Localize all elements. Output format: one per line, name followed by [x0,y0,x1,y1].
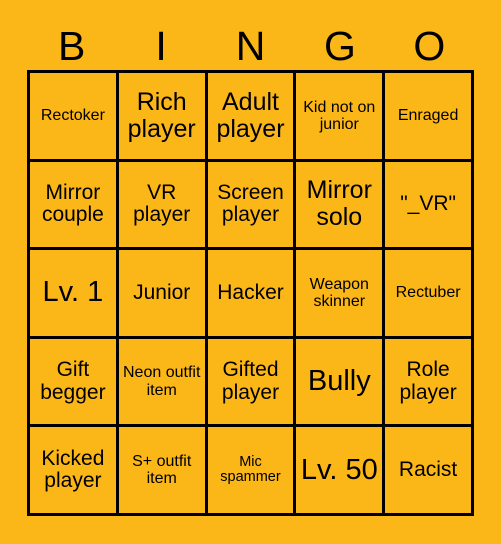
bingo-cell-label: Racist [398,457,458,481]
bingo-header-letter-i: I [155,22,167,69]
bingo-cell-r5c4[interactable]: Lv. 50 [296,427,386,516]
bingo-cell-label: Bully [307,364,371,397]
bingo-header-letter-b: B [58,22,86,69]
bingo-card: B I N G O Rectoker Rich player Adult pla… [0,0,501,544]
bingo-cell-label: Mic spammer [220,453,281,486]
bingo-cell-label: Mirror couple [41,180,104,227]
bingo-cell-r5c2[interactable]: S+ outfit item [118,427,208,516]
bingo-cell-label: Junior [133,280,191,304]
bingo-grid: Rectoker Rich player Adult player Kid no… [27,70,474,516]
bingo-cell-label: Rectoker [40,107,105,125]
bingo-cell-r3c1[interactable]: Lv. 1 [30,250,119,339]
bingo-cell-r5c5[interactable]: Racist [385,427,474,516]
bingo-cell-r4c1[interactable]: Gift begger [30,338,119,428]
bingo-cell-r4c3[interactable]: Gifted player [207,338,297,428]
bingo-cell-r2c4[interactable]: Mirror solo [296,161,386,251]
bingo-cell-r4c4[interactable]: Bully [296,338,386,428]
bingo-header-letter-n: N [235,22,266,69]
bingo-cell-r3c3[interactable]: Hacker [207,250,297,339]
bingo-cell-r2c1[interactable]: Mirror couple [30,161,119,251]
bingo-cell-label: Mirror solo [306,176,372,232]
bingo-cell-label: S+ outfit item [132,452,192,488]
bingo-cell-r1c1[interactable]: Rectoker [30,73,119,162]
bingo-cell-r5c3[interactable]: Mic spammer [207,427,297,516]
bingo-cell-label: Lv. 1 [42,276,104,309]
bingo-cell-label: Enraged [397,107,459,125]
bingo-cell-label: Rich player [127,87,196,143]
bingo-cell-label: Kid not on junior [303,98,376,133]
bingo-cell-label: Hacker [217,280,284,304]
bingo-cell-r3c4[interactable]: Weapon skinner [296,250,386,339]
bingo-cell-r1c3[interactable]: Adult player [207,73,297,162]
bingo-cell-label: VR player [133,180,191,227]
bingo-cell-label: Gifted player [221,357,280,404]
bingo-cell-label: Screen player [217,180,284,227]
bingo-cell-label: Role player [399,357,457,404]
bingo-cell-label: Neon outfit item [123,364,201,399]
bingo-cell-label: "_VR" [400,192,456,216]
bingo-header-letter-g: G [323,22,356,69]
bingo-cell-label: Adult player [216,87,285,143]
bingo-cell-r4c5[interactable]: Role player [385,338,474,428]
bingo-cell-label: Kicked player [41,446,105,493]
bingo-cell-r2c2[interactable]: VR player [118,161,208,251]
bingo-cell-r2c3[interactable]: Screen player [207,161,297,251]
bingo-cell-r1c4[interactable]: Kid not on junior [296,73,386,162]
bingo-cell-label: Gift begger [40,357,106,404]
bingo-cell-r4c2[interactable]: Neon outfit item [118,338,208,428]
bingo-cell-r1c5[interactable]: Enraged [385,73,474,162]
bingo-header-row: B I N G O [27,22,474,70]
bingo-cell-label: Rectuber [395,284,461,302]
bingo-cell-r3c5[interactable]: Rectuber [385,250,474,339]
bingo-header-letter-o: O [413,22,446,69]
bingo-cell-label: Lv. 50 [300,453,378,486]
bingo-cell-r5c1[interactable]: Kicked player [30,427,119,516]
bingo-cell-r1c2[interactable]: Rich player [118,73,208,162]
bingo-cell-label: Weapon skinner [309,275,369,310]
bingo-cell-r3c2[interactable]: Junior [118,250,208,339]
bingo-cell-r2c5[interactable]: "_VR" [385,161,474,251]
